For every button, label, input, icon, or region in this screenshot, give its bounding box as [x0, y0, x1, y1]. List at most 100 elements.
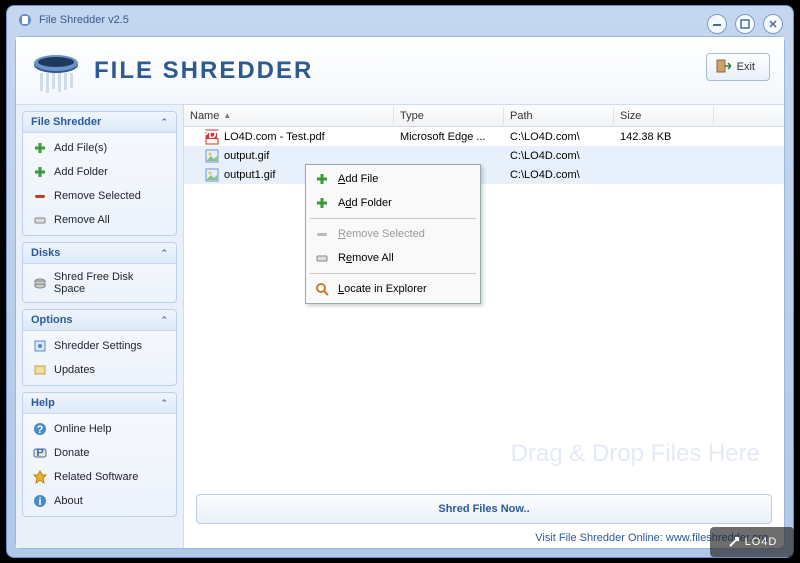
sidebar: File Shredder ⌃ Add File(s) Add Folder Remov…: [16, 105, 184, 548]
file-path: C:\LO4D.com\: [504, 130, 614, 144]
file-size: 142.38 KB: [614, 130, 714, 144]
table-row[interactable]: output.gif C:\LO4D.com\: [184, 146, 784, 165]
close-button[interactable]: [763, 14, 783, 34]
svg-text:PDF: PDF: [204, 129, 220, 141]
col-name[interactable]: Name▲: [184, 107, 394, 125]
about-icon: i: [32, 493, 48, 509]
sidebar-item[interactable]: P Donate: [27, 441, 172, 465]
sidebar-panel: Help ⌃? Online Help P Donate Related Software…: [22, 392, 177, 517]
sidebar-item[interactable]: Shredder Settings: [27, 334, 172, 358]
eraser-icon: [32, 212, 48, 228]
panel-title: File Shredder: [31, 116, 101, 128]
drag-drop-hint: Drag & Drop Files Here: [511, 440, 760, 468]
ctx-locate-explorer[interactable]: Locate in Explorer: [308, 277, 478, 301]
svg-text:?: ?: [37, 424, 44, 436]
maximize-button[interactable]: [735, 14, 755, 34]
door-exit-icon: [715, 58, 731, 77]
panel-header[interactable]: Help ⌃: [23, 393, 176, 414]
col-type[interactable]: Type: [394, 107, 504, 125]
separator: [310, 273, 476, 274]
brand-text: File Shredder: [94, 57, 313, 85]
file-name: output.gif: [224, 150, 269, 162]
ctx-remove-all[interactable]: Remove All: [308, 246, 478, 270]
shredder-logo-icon: [30, 45, 82, 97]
col-path[interactable]: Path: [504, 107, 614, 125]
col-size[interactable]: Size: [614, 107, 714, 125]
table-row[interactable]: PDF LO4D.com - Test.pdf Microsoft Edge ...…: [184, 127, 784, 146]
sidebar-item-label: Related Software: [54, 471, 138, 483]
image-file-icon: [204, 167, 220, 183]
sidebar-item[interactable]: i About: [27, 489, 172, 513]
list-header[interactable]: Name▲ Type Path Size: [184, 105, 784, 127]
titlebar[interactable]: File Shredder v2.5: [7, 6, 793, 34]
minus-icon: [32, 188, 48, 204]
chevron-up-icon: ⌃: [160, 315, 168, 326]
sidebar-item-label: Add File(s): [54, 142, 107, 154]
settings-icon: [32, 338, 48, 354]
exit-button[interactable]: Exit: [706, 53, 770, 81]
lo4d-watermark: LO4D: [710, 527, 794, 557]
panel-header[interactable]: File Shredder ⌃: [23, 112, 176, 133]
eraser-icon: [314, 250, 330, 266]
file-size: [614, 155, 714, 157]
sidebar-panel: Disks ⌃ Shred Free Disk Space: [22, 242, 177, 303]
sidebar-item[interactable]: Updates: [27, 358, 172, 382]
shred-files-button[interactable]: Shred Files Now..: [196, 494, 772, 524]
app-logo: File Shredder: [30, 45, 313, 97]
panel-title: Help: [31, 397, 55, 409]
header: File Shredder Exit: [16, 37, 784, 105]
disk-icon: [32, 275, 48, 291]
context-menu[interactable]: Add File Add Folder Remove Selected Remo…: [305, 164, 481, 304]
sidebar-item[interactable]: Add File(s): [27, 136, 172, 160]
file-size: [614, 174, 714, 176]
donate-icon: P: [32, 445, 48, 461]
table-row[interactable]: output1.gifC:\LO4D.com\: [184, 165, 784, 184]
image-file-icon: [204, 148, 220, 164]
plus-icon: [314, 171, 330, 187]
sidebar-item[interactable]: Shred Free Disk Space: [27, 267, 172, 299]
file-type: Microsoft Edge ...: [394, 130, 504, 144]
sidebar-item-label: Donate: [54, 447, 89, 459]
separator: [310, 218, 476, 219]
sidebar-item[interactable]: Related Software: [27, 465, 172, 489]
chevron-up-icon: ⌃: [160, 117, 168, 128]
sidebar-item-label: Shredder Settings: [54, 340, 142, 352]
sidebar-item-label: Remove Selected: [54, 190, 141, 202]
ctx-add-folder[interactable]: Add Folder: [308, 191, 478, 215]
chevron-up-icon: ⌃: [160, 398, 168, 409]
sidebar-item-label: Online Help: [54, 423, 111, 435]
sidebar-item[interactable]: ? Online Help: [27, 417, 172, 441]
plus-icon: [32, 164, 48, 180]
file-list[interactable]: PDF LO4D.com - Test.pdf Microsoft Edge ...…: [184, 127, 784, 488]
pdf-file-icon: PDF: [204, 129, 220, 145]
file-name: output1.gif: [224, 169, 275, 181]
file-list-area: Name▲ Type Path Size PDF LO4D.com - Test.…: [184, 105, 784, 548]
exit-label: Exit: [737, 61, 755, 73]
ctx-add-file[interactable]: Add File: [308, 167, 478, 191]
app-window: File Shredder v2.5 File Shredder Exit: [6, 5, 794, 558]
app-icon: [17, 12, 33, 28]
sidebar-panel: Options⌃ Shredder Settings Updates: [22, 309, 177, 386]
sidebar-item-label: Shred Free Disk Space: [54, 271, 167, 295]
file-name: LO4D.com - Test.pdf: [224, 131, 325, 143]
file-path: C:\LO4D.com\: [504, 149, 614, 163]
panel-header[interactable]: Options⌃: [23, 310, 176, 331]
sidebar-item[interactable]: Add Folder: [27, 160, 172, 184]
minimize-button[interactable]: [707, 14, 727, 34]
plus-icon: [314, 195, 330, 211]
minus-icon: [314, 226, 330, 242]
panel-title: Disks: [31, 247, 60, 259]
panel-header[interactable]: Disks ⌃: [23, 243, 176, 264]
update-icon: [32, 362, 48, 378]
star-icon: [32, 469, 48, 485]
svg-text:i: i: [38, 496, 41, 508]
sidebar-item[interactable]: Remove All: [27, 208, 172, 232]
sidebar-item[interactable]: Remove Selected: [27, 184, 172, 208]
chevron-up-icon: ⌃: [160, 248, 168, 259]
ctx-remove-selected: Remove Selected: [308, 222, 478, 246]
sidebar-item-label: About: [54, 495, 83, 507]
plus-icon: [32, 140, 48, 156]
svg-text:P: P: [36, 447, 43, 459]
file-type: [394, 155, 504, 157]
help-icon: ?: [32, 421, 48, 437]
